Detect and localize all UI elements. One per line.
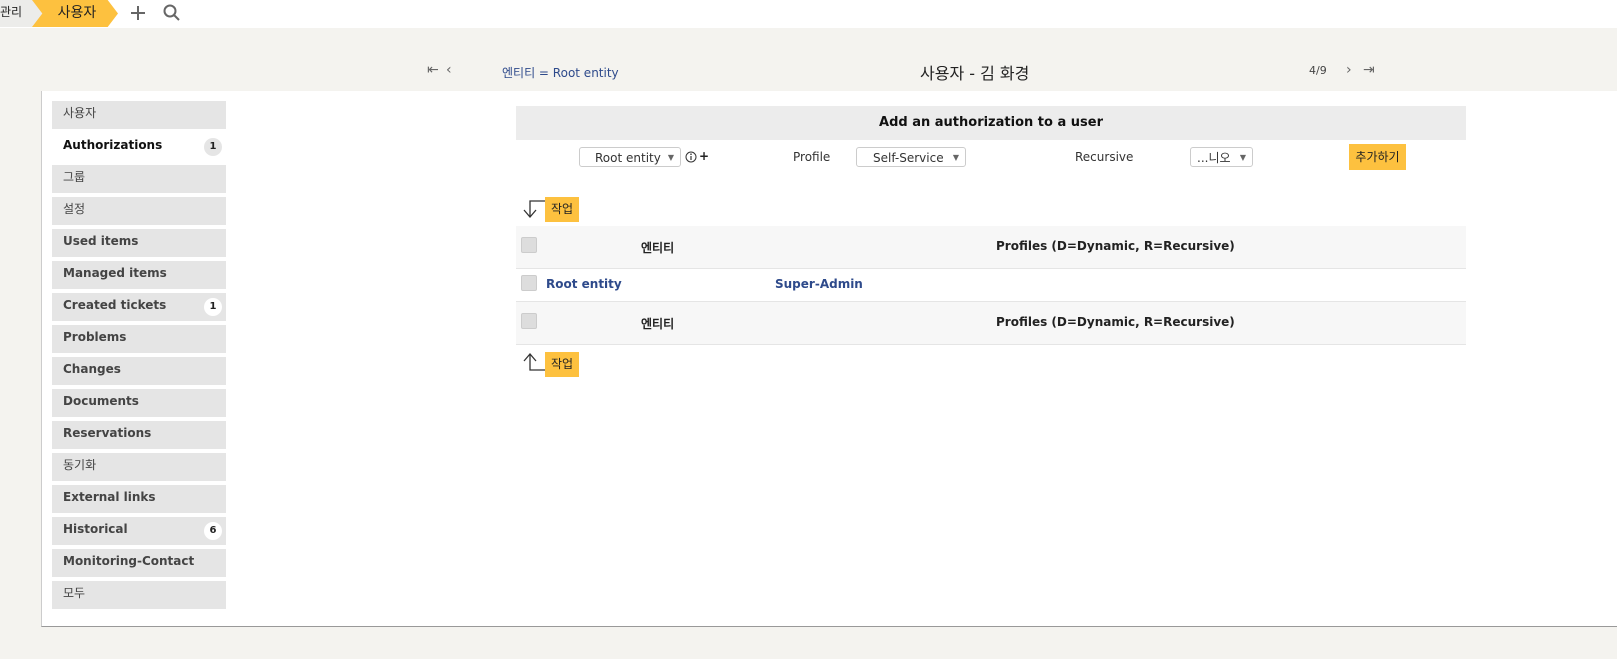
chevron-down-icon: ▼ — [1239, 153, 1246, 162]
select-all-checkbox[interactable] — [521, 237, 537, 253]
sidebar-item-label: Problems — [63, 330, 127, 344]
sidebar-item-label: 설정 — [63, 202, 86, 216]
sidebar-item-user[interactable]: 사용자 — [52, 101, 226, 129]
sidebar-item-changes[interactable]: Changes — [52, 357, 226, 385]
count-badge: 1 — [204, 298, 222, 316]
table-row: Root entity Super-Admin — [516, 269, 1466, 302]
add-entity-icon[interactable]: + — [699, 149, 709, 163]
sidebar-item-groups[interactable]: 그룹 — [52, 165, 226, 193]
mass-action-button-bottom[interactable]: 작업 — [545, 352, 579, 377]
sidebar-item-label: Used items — [63, 234, 139, 248]
breadcrumb-current[interactable]: 사용자 — [32, 0, 118, 27]
sidebar: 사용자 Authorizations 1 그룹 설정 Used items Man… — [52, 101, 226, 613]
sidebar-item-label: Managed items — [63, 266, 167, 280]
add-authorization-form: Add an authorization to a user Root enti… — [516, 106, 1466, 176]
entity-link[interactable]: Root entity — [546, 277, 622, 291]
sidebar-item-label: 그룹 — [63, 170, 86, 184]
sidebar-item-managed-items[interactable]: Managed items — [52, 261, 226, 289]
form-row: Root entity ▼ + Profile Self-Service ▼ R… — [516, 140, 1466, 176]
profile-link[interactable]: Super-Admin — [775, 277, 863, 291]
page-title: 사용자 - 김 화경 — [920, 64, 1030, 83]
entity-filter[interactable]: 엔티티 = Root entity — [502, 64, 619, 81]
column-footer-entity[interactable]: 엔티티 — [641, 315, 674, 332]
sidebar-item-created-tickets[interactable]: Created tickets 1 — [52, 293, 226, 321]
sidebar-item-settings[interactable]: 설정 — [52, 197, 226, 225]
sidebar-item-sync[interactable]: 동기화 — [52, 453, 226, 481]
recursive-select[interactable]: ...니오 ▼ — [1190, 147, 1253, 167]
count-badge: 1 — [204, 138, 222, 156]
last-page-icon[interactable]: ⇥ — [1363, 62, 1375, 78]
sidebar-item-label: Created tickets — [63, 298, 167, 312]
add-button[interactable]: 추가하기 — [1349, 144, 1406, 170]
profile-select[interactable]: Self-Service ▼ — [856, 147, 966, 167]
sidebar-item-label: Documents — [63, 394, 139, 408]
table-footer: 엔티티 Profiles (D=Dynamic, R=Recursive) — [516, 302, 1466, 345]
column-header-profiles[interactable]: Profiles (D=Dynamic, R=Recursive) — [996, 239, 1235, 253]
info-icon[interactable] — [685, 151, 697, 163]
sidebar-item-used-items[interactable]: Used items — [52, 229, 226, 257]
main-panel: 사용자 Authorizations 1 그룹 설정 Used items Man… — [41, 91, 1617, 627]
sidebar-item-problems[interactable]: Problems — [52, 325, 226, 353]
sidebar-item-reservations[interactable]: Reservations — [52, 421, 226, 449]
entity-select[interactable]: Root entity ▼ — [579, 147, 681, 167]
sidebar-item-authorizations[interactable]: Authorizations 1 — [52, 133, 226, 161]
next-page-icon[interactable]: › — [1346, 62, 1352, 78]
sidebar-item-label: Changes — [63, 362, 121, 376]
sidebar-item-historical[interactable]: Historical 6 — [52, 517, 226, 545]
column-footer-profiles[interactable]: Profiles (D=Dynamic, R=Recursive) — [996, 315, 1235, 329]
row-checkbox[interactable] — [521, 275, 537, 291]
recursive-select-value: ...니오 — [1197, 151, 1231, 165]
entity-select-value: Root entity — [595, 151, 661, 165]
sidebar-item-documents[interactable]: Documents — [52, 389, 226, 417]
breadcrumb-prev[interactable]: 관리 — [0, 0, 22, 27]
sidebar-item-all[interactable]: 모두 — [52, 581, 226, 609]
profile-select-value: Self-Service — [873, 151, 944, 165]
first-page-icon[interactable]: ⇤ — [427, 62, 439, 78]
sidebar-item-label: Monitoring-Contact — [63, 554, 195, 568]
chevron-down-icon: ▼ — [667, 153, 674, 162]
sidebar-item-label: Reservations — [63, 426, 152, 440]
recursive-label: Recursive — [1075, 150, 1134, 164]
authorizations-table: 엔티티 Profiles (D=Dynamic, R=Recursive) Ro… — [516, 226, 1466, 345]
sidebar-item-monitoring-contact[interactable]: Monitoring-Contact — [52, 549, 226, 577]
count-badge: 6 — [204, 522, 222, 540]
sidebar-item-label: External links — [63, 490, 156, 504]
sidebar-item-label: 동기화 — [63, 458, 97, 472]
column-header-entity[interactable]: 엔티티 — [641, 239, 674, 256]
table-header: 엔티티 Profiles (D=Dynamic, R=Recursive) — [516, 226, 1466, 269]
prev-page-icon[interactable]: ‹ — [446, 62, 452, 78]
search-icon[interactable] — [162, 3, 182, 23]
page-count: 4/9 — [1309, 64, 1327, 77]
top-bar: 관리 사용자 — [0, 0, 1617, 28]
sidebar-item-label: Historical — [63, 522, 128, 536]
sidebar-item-label: Authorizations — [63, 138, 163, 152]
sidebar-item-label: 모두 — [63, 586, 86, 600]
chevron-down-icon: ▼ — [952, 153, 959, 162]
add-icon[interactable] — [128, 3, 148, 23]
sidebar-item-label: 사용자 — [63, 106, 97, 120]
select-all-checkbox-bottom[interactable] — [521, 313, 537, 329]
profile-label: Profile — [793, 150, 831, 164]
sidebar-item-external-links[interactable]: External links — [52, 485, 226, 513]
form-header: Add an authorization to a user — [516, 106, 1466, 140]
mass-action-button-top[interactable]: 작업 — [545, 197, 579, 222]
